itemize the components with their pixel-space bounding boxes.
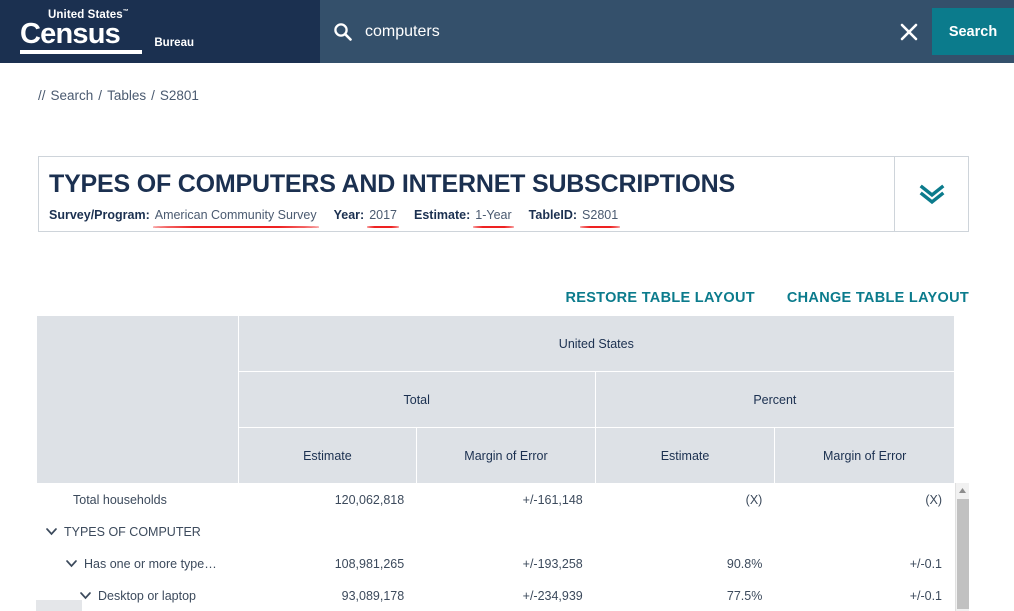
meta-label-tableid: TableID: (528, 208, 578, 223)
header-corner-blank (36, 315, 239, 484)
breadcrumb-item-search[interactable]: Search (51, 88, 94, 103)
row-label-has-one-or-more-types[interactable]: Has one or more type… (36, 547, 239, 580)
header-percent-estimate[interactable]: Estimate (594, 427, 776, 484)
title-card-body: TYPES OF COMPUTERS AND INTERNET SUBSCRIP… (38, 156, 895, 232)
search-bar: Search (320, 0, 1014, 63)
header-geography-united-states[interactable]: United States (237, 315, 956, 372)
census-bureau-logo: United States™ Census Bureau (20, 9, 194, 54)
cell-total-estimate (237, 515, 418, 548)
header-total-margin-of-error[interactable]: Margin of Error (416, 427, 596, 484)
row-label-total-households: Total households (36, 483, 239, 516)
breadcrumb-item-tables[interactable]: Tables (107, 88, 146, 103)
cell-percent-moe: +/-0.1 (774, 579, 955, 611)
meta-label-survey: Survey/Program: (49, 208, 150, 223)
chevron-down-icon[interactable] (65, 557, 78, 570)
close-icon (900, 23, 918, 40)
change-table-layout-button[interactable]: CHANGE TABLE LAYOUT (787, 290, 969, 306)
table-row[interactable]: TYPES OF COMPUTER (36, 515, 955, 548)
page-title: TYPES OF COMPUTERS AND INTERNET SUBSCRIP… (49, 170, 735, 198)
search-icon (333, 22, 352, 41)
cell-percent-estimate: 77.5% (594, 579, 776, 611)
cell-percent-moe: (X) (774, 483, 955, 516)
breadcrumb-separator: / (98, 88, 103, 103)
cell-total-moe: +/-161,148 (416, 483, 596, 516)
row-label-text: Has one or more type… (84, 556, 217, 571)
search-submit-button[interactable]: Search (932, 8, 1014, 55)
header-group-total[interactable]: Total (237, 371, 596, 428)
cell-total-moe: +/-193,258 (416, 547, 596, 580)
cell-percent-moe: +/-0.1 (774, 547, 955, 580)
table-row[interactable]: Has one or more type… 108,981,265 +/-193… (36, 547, 955, 580)
cell-total-moe: +/-234,939 (416, 579, 596, 611)
cell-total-estimate: 120,062,818 (237, 483, 418, 516)
row-label-text: TYPES OF COMPUTER (64, 524, 201, 539)
meta-value-estimate: 1-Year (473, 208, 515, 229)
logo-rule: Bureau (20, 37, 194, 54)
horizontal-scrollbar-thumb[interactable] (36, 600, 82, 611)
meta-label-year: Year: (333, 208, 365, 223)
scroll-up-arrow-icon[interactable] (956, 483, 969, 497)
census-logo-zone[interactable]: United States™ Census Bureau (0, 0, 320, 63)
table-layout-actions: RESTORE TABLE LAYOUT CHANGE TABLE LAYOUT (565, 290, 969, 306)
double-chevron-down-icon (919, 184, 944, 205)
vertical-scrollbar-thumb[interactable] (957, 499, 969, 609)
row-label-types-of-computer[interactable]: TYPES OF COMPUTER (36, 515, 239, 548)
table-row[interactable]: Desktop or laptop 93,089,178 +/-234,939 … (36, 579, 955, 611)
table-vertical-scrollbar[interactable] (955, 483, 969, 611)
expand-details-button[interactable] (895, 156, 969, 232)
chevron-down-icon[interactable] (45, 525, 58, 538)
table-head: United States Total Percent Estimate Mar… (36, 315, 956, 484)
row-label-text: Desktop or laptop (98, 588, 196, 603)
clear-search-button[interactable] (886, 21, 932, 43)
meta-value-year: 2017 (367, 208, 399, 229)
census-data-table: United States Total Percent Estimate Mar… (36, 315, 956, 611)
cell-percent-estimate: 90.8% (594, 547, 776, 580)
table-body: Total households 120,062,818 +/-161,148 … (36, 483, 955, 611)
table-row[interactable]: Total households 120,062,818 +/-161,148 … (36, 483, 955, 516)
logo-line-bureau: Bureau (154, 36, 194, 49)
trademark-symbol: ™ (122, 9, 129, 16)
search-input[interactable] (365, 22, 886, 41)
table-metadata-row: Survey/Program: American Community Surve… (49, 208, 894, 229)
meta-value-survey: American Community Survey (152, 208, 319, 229)
header-total-estimate[interactable]: Estimate (237, 427, 418, 484)
table-title-card: TYPES OF COMPUTERS AND INTERNET SUBSCRIP… (38, 156, 969, 232)
breadcrumb-prefix: // (38, 88, 46, 103)
cell-percent-estimate: (X) (594, 483, 776, 516)
cell-total-estimate: 108,981,265 (237, 547, 418, 580)
cell-percent-moe (774, 515, 955, 548)
header-group-percent[interactable]: Percent (594, 371, 956, 428)
breadcrumb-separator: / (151, 88, 155, 103)
meta-label-estimate: Estimate: (414, 208, 471, 223)
breadcrumb-item-s2801[interactable]: S2801 (160, 88, 199, 103)
cell-total-moe (416, 515, 596, 548)
cell-total-estimate: 93,089,178 (237, 579, 418, 611)
restore-table-layout-button[interactable]: RESTORE TABLE LAYOUT (565, 290, 754, 306)
top-header-bar: United States™ Census Bureau Search (0, 0, 1014, 63)
logo-line-census: Census (20, 17, 121, 50)
meta-value-tableid: S2801 (580, 208, 621, 229)
data-table-container: United States Total Percent Estimate Mar… (36, 315, 969, 611)
breadcrumb: // Search / Tables / S2801 (38, 88, 199, 103)
cell-percent-estimate (594, 515, 776, 548)
table-header-row-geo: United States (36, 315, 956, 484)
header-percent-margin-of-error[interactable]: Margin of Error (774, 427, 955, 484)
